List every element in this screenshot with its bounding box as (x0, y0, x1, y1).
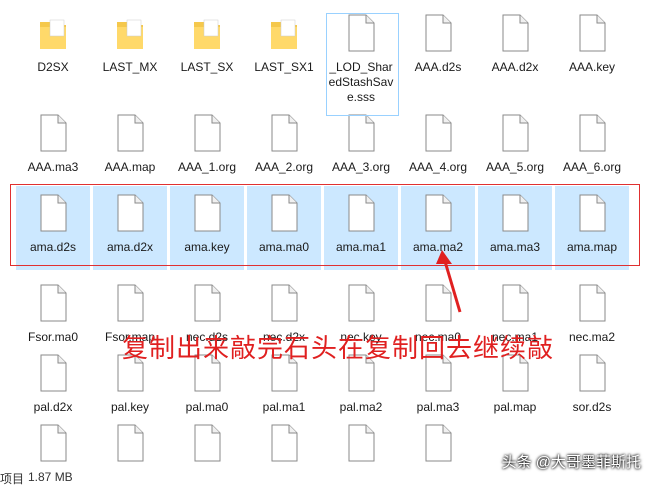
item-label: sor.d2s (572, 400, 612, 414)
item-label: AAA.d2x (491, 60, 539, 74)
focused-item-outline (326, 13, 399, 116)
file-item[interactable]: AAA_3.org (324, 106, 398, 190)
file-item[interactable]: AAA_5.org (478, 106, 552, 190)
item-label: Fsor.ma0 (27, 330, 78, 344)
file-icon (192, 114, 222, 152)
annotation-text: 复制出来敲完石头在复制回去继续敲 (122, 333, 555, 363)
file-icon (500, 284, 530, 322)
folder-icon (115, 14, 145, 52)
file-icon (500, 114, 530, 152)
file-item[interactable]: AAA.key (555, 6, 629, 90)
item-label: pal.map (493, 400, 537, 414)
file-item[interactable]: AAA.d2s (401, 6, 475, 90)
item-label: LAST_MX (102, 60, 158, 74)
file-item[interactable]: AAA_4.org (401, 106, 475, 190)
item-label: nec.ma2 (568, 330, 616, 344)
file-icon (423, 114, 453, 152)
item-label: pal.ma0 (185, 400, 229, 414)
file-item[interactable]: AAA.map (93, 106, 167, 190)
item-label: pal.ma1 (262, 400, 306, 414)
file-item[interactable]: sor.d2s (555, 346, 629, 430)
file-icon (423, 424, 453, 462)
file-icon (115, 424, 145, 462)
file-item[interactable]: AAA.d2x (478, 6, 552, 90)
file-item[interactable]: AAA_6.org (555, 106, 629, 190)
file-icon (38, 284, 68, 322)
item-label: AAA.ma3 (27, 160, 79, 174)
item-label: AAA_5.org (485, 160, 545, 174)
file-icon (346, 114, 376, 152)
file-icon (269, 284, 299, 322)
watermark: 头条 @大哥墨菲斯托 (501, 454, 641, 471)
file-icon (269, 424, 299, 462)
file-icon (577, 354, 607, 392)
file-icon (423, 14, 453, 52)
highlight-box (10, 184, 640, 266)
file-icon (346, 424, 376, 462)
file-item[interactable]: AAA_1.org (170, 106, 244, 190)
status-items-label: 项目 (0, 472, 25, 486)
item-label: AAA_4.org (408, 160, 468, 174)
status-size: 1.87 MB (28, 470, 73, 484)
file-item[interactable]: AAA_2.org (247, 106, 321, 190)
item-label: AAA_1.org (177, 160, 237, 174)
file-icon (500, 14, 530, 52)
file-icon (38, 114, 68, 152)
item-label: AAA.map (104, 160, 156, 174)
file-icon (192, 284, 222, 322)
folder-item[interactable]: D2SX (16, 6, 90, 90)
file-icon (269, 114, 299, 152)
item-label: AAA_3.org (331, 160, 391, 174)
item-label: LAST_SX (180, 60, 234, 74)
item-label: AAA.key (568, 60, 616, 74)
file-icon (38, 354, 68, 392)
file-item[interactable]: AAA.ma3 (16, 106, 90, 190)
item-label: pal.ma2 (339, 400, 383, 414)
item-label: pal.ma3 (416, 400, 460, 414)
item-label: LAST_SX1 (254, 60, 314, 74)
file-icon (577, 114, 607, 152)
folder-icon (269, 14, 299, 52)
arrow-annotation (436, 250, 462, 313)
file-icon (115, 284, 145, 322)
item-label: pal.d2x (33, 400, 73, 414)
file-icon (346, 284, 376, 322)
folder-item[interactable]: LAST_SX (170, 6, 244, 90)
folder-item[interactable]: LAST_SX1 (247, 6, 321, 90)
file-icon (577, 14, 607, 52)
folder-item[interactable]: LAST_MX (93, 6, 167, 90)
folder-icon (192, 14, 222, 52)
item-label: pal.key (110, 400, 150, 414)
item-label: AAA_6.org (562, 160, 622, 174)
file-icon (577, 284, 607, 322)
item-label: D2SX (37, 60, 69, 74)
file-icon (115, 114, 145, 152)
item-label: AAA.d2s (414, 60, 462, 74)
file-icon (192, 424, 222, 462)
file-icon (38, 424, 68, 462)
folder-icon (38, 14, 68, 52)
item-label: AAA_2.org (254, 160, 314, 174)
